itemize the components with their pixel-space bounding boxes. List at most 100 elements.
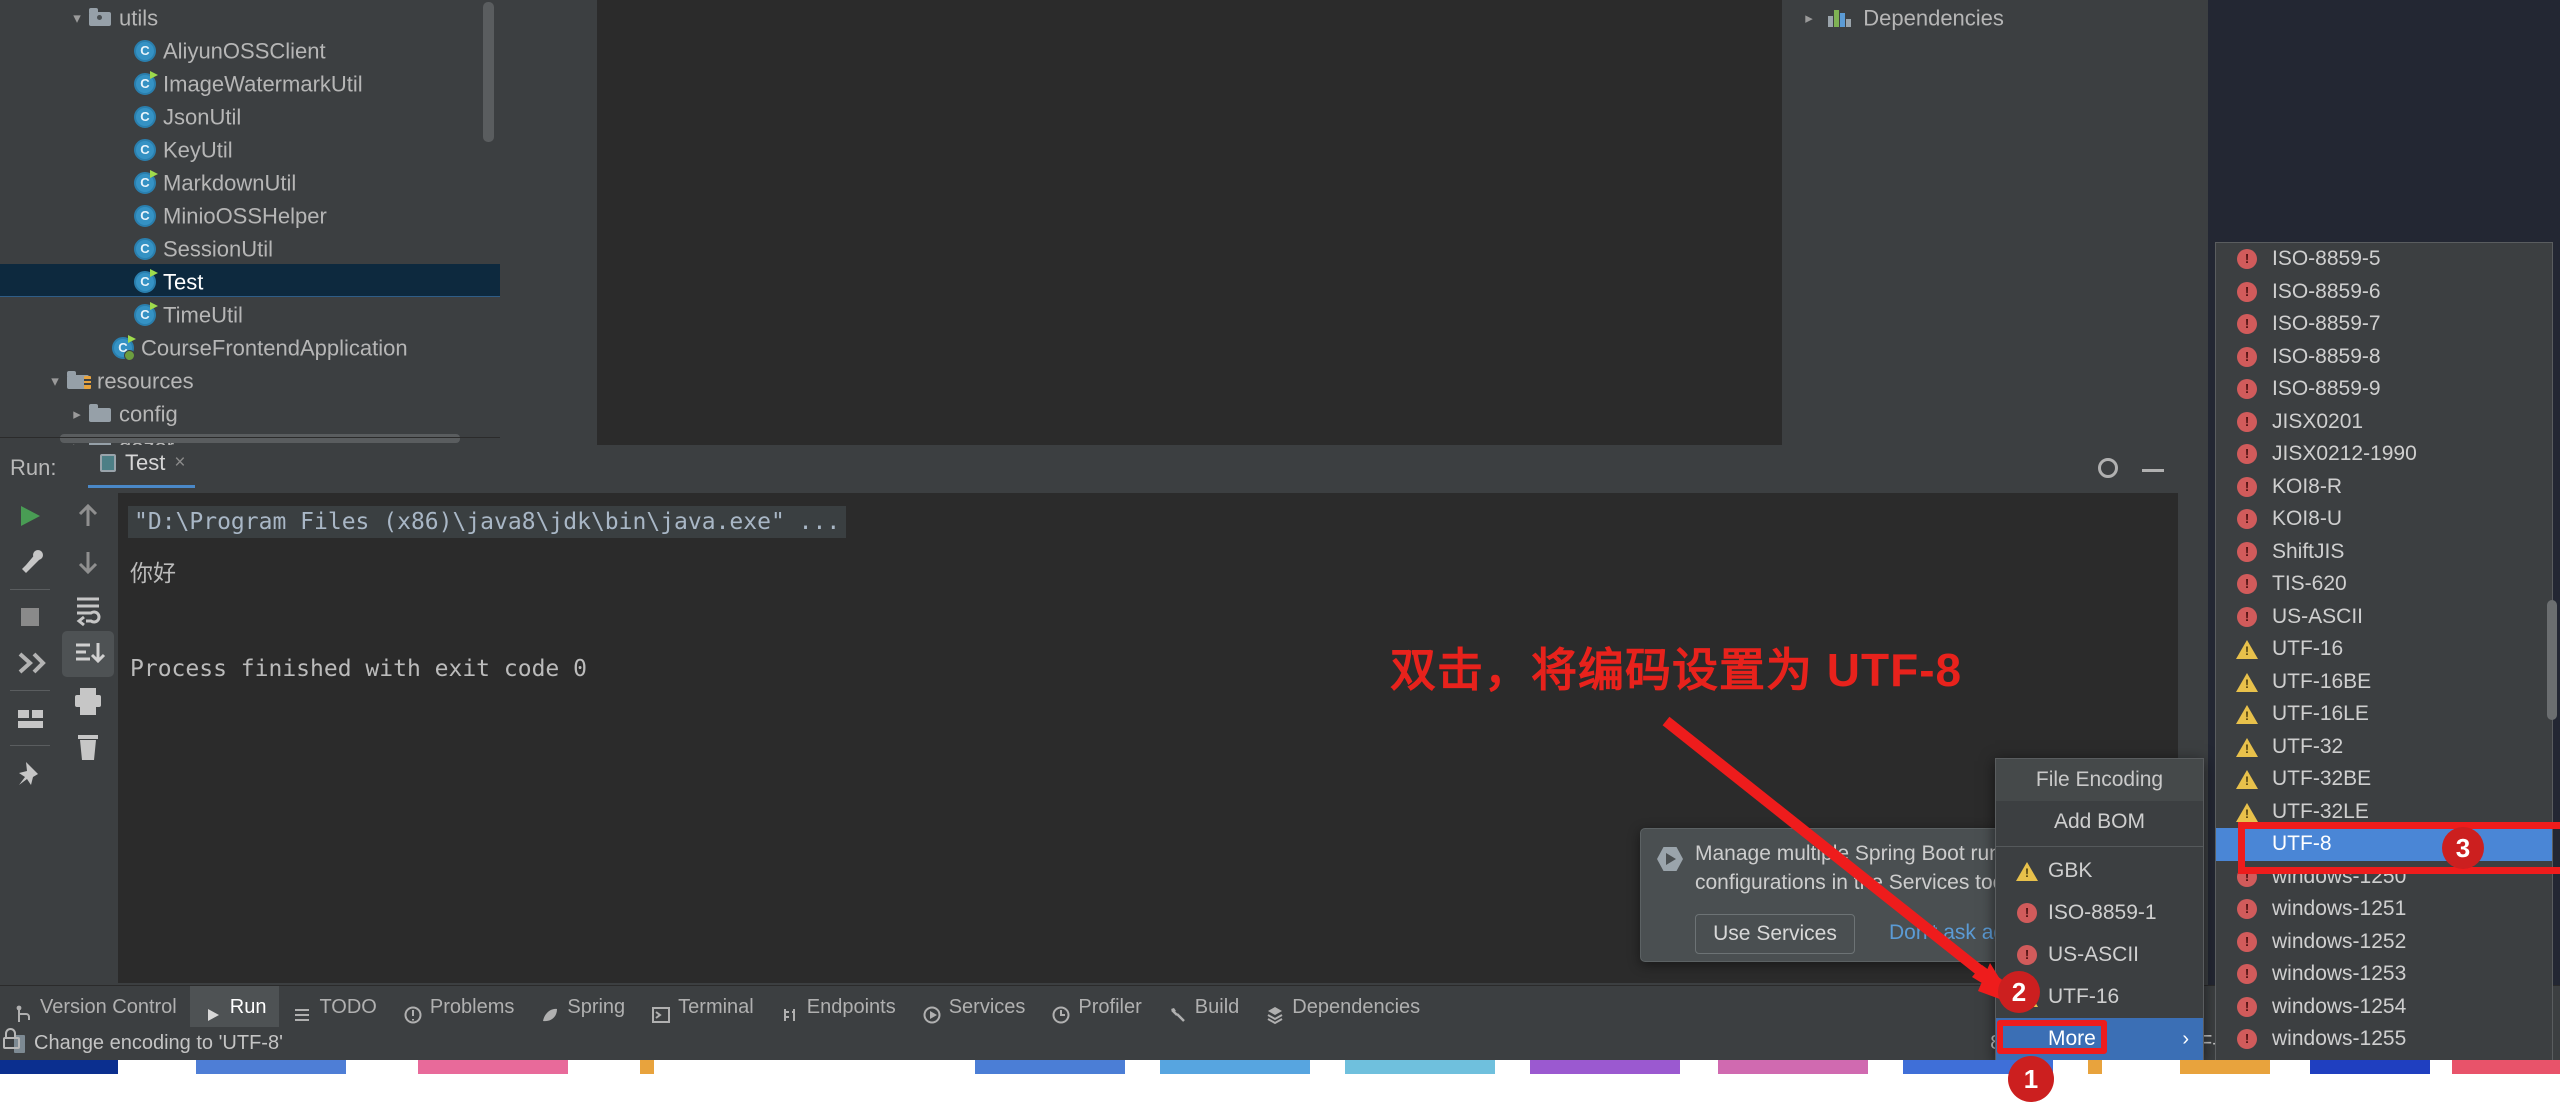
encoding-option-shiftjis[interactable]: ShiftJIS	[2216, 536, 2552, 569]
rerun-icon[interactable]	[4, 493, 56, 539]
encoding-option-utf-32be[interactable]: UTF-32BE	[2216, 763, 2552, 796]
project-tree-panel[interactable]: ▾utils▸CAliyunOSSClient▸CImageWatermarkU…	[0, 0, 500, 445]
scroll-up-icon[interactable]	[62, 493, 114, 539]
encoding-option-windows-1253[interactable]: windows-1253	[2216, 958, 2552, 991]
use-services-button[interactable]: Use Services	[1695, 914, 1855, 954]
encoding-option-utf-16be[interactable]: UTF-16BE	[2216, 666, 2552, 699]
menu-item-iso-8859-1[interactable]: ISO-8859-1	[1996, 892, 2203, 934]
tree-item-sessionutil[interactable]: ▸CSessionUtil	[0, 231, 500, 264]
tool-window-button-dependencies[interactable]: Dependencies	[1252, 986, 1433, 1028]
encoding-list-scrollbar[interactable]	[2547, 600, 2557, 720]
annotation-box-status-encoding	[1997, 1020, 2107, 1054]
encoding-option-label: windows-1251	[2272, 897, 2406, 920]
tool-window-button-run[interactable]: Run	[190, 986, 280, 1028]
encoding-option-iso-8859-5[interactable]: ISO-8859-5	[2216, 243, 2552, 276]
tool-window-button-terminal[interactable]: Terminal	[638, 986, 767, 1028]
scroll-to-end-icon[interactable]	[62, 631, 114, 677]
soft-wrap-icon[interactable]	[62, 585, 114, 631]
encoding-option-label: ISO-8859-7	[2272, 312, 2381, 335]
tool-window-button-services[interactable]: Services	[909, 986, 1039, 1028]
encoding-option-iso-8859-7[interactable]: ISO-8859-7	[2216, 308, 2552, 341]
tool-window-button-problems[interactable]: Problems	[390, 986, 527, 1028]
layout-icon[interactable]	[4, 695, 56, 741]
encoding-option-iso-8859-8[interactable]: ISO-8859-8	[2216, 341, 2552, 374]
ide-window: ▾utils▸CAliyunOSSClient▸CImageWatermarkU…	[0, 0, 2560, 1060]
encoding-option-utf-16[interactable]: UTF-16	[2216, 633, 2552, 666]
close-icon[interactable]: ×	[174, 452, 185, 473]
warning-icon	[2236, 639, 2258, 659]
file-encoding-popup-menu[interactable]: File Encoding Add BOM GBKISO-8859-1US-AS…	[1995, 758, 2204, 1060]
encoding-option-label: UTF-32	[2272, 735, 2343, 758]
print-icon[interactable]	[62, 677, 114, 723]
scroll-down-icon[interactable]	[62, 539, 114, 585]
tree-item-dependencies[interactable]: ▸ Dependencies	[1782, 0, 2208, 33]
encoding-option-label: ISO-8859-6	[2272, 280, 2381, 303]
tree-item-keyutil[interactable]: ▸CKeyUtil	[0, 132, 500, 165]
chevron-down-icon[interactable]: ▾	[44, 365, 66, 398]
services-icon	[922, 998, 942, 1018]
attach-debugger-icon[interactable]	[4, 640, 56, 686]
tree-item-config[interactable]: ▸config	[0, 396, 500, 429]
tool-window-button-build[interactable]: Build	[1155, 986, 1252, 1028]
tree-item-jsonutil[interactable]: ▸CJsonUtil	[0, 99, 500, 132]
tool-window-button-profiler[interactable]: Profiler	[1038, 986, 1154, 1028]
encoding-option-windows-1252[interactable]: windows-1252	[2216, 926, 2552, 959]
build-hammer-icon	[1168, 998, 1188, 1018]
tree-item-timeutil[interactable]: ▸CTimeUtil	[0, 297, 500, 330]
edit-configurations-icon[interactable]	[4, 539, 56, 585]
project-tree-horizontal-scrollbar[interactable]	[60, 434, 460, 443]
stop-icon[interactable]	[4, 594, 56, 640]
pin-tab-icon[interactable]	[4, 750, 56, 796]
encoding-option-jisx0201[interactable]: JISX0201	[2216, 406, 2552, 439]
encoding-option-windows-1255[interactable]: windows-1255	[2216, 1023, 2552, 1056]
chevron-right-icon[interactable]: ▸	[1798, 2, 1820, 35]
menu-item-gbk[interactable]: GBK	[1996, 850, 2203, 892]
project-tree-vertical-scrollbar[interactable]	[483, 2, 494, 142]
chevron-right-icon[interactable]: ▸	[66, 398, 88, 431]
tree-item-imagewatermarkutil[interactable]: ▸CImageWatermarkUtil	[0, 66, 500, 99]
settings-gear-icon[interactable]	[2093, 453, 2123, 483]
tool-window-button-todo[interactable]: TODO	[279, 986, 389, 1028]
tree-item-resources[interactable]: ▾resources	[0, 363, 500, 396]
encoding-option-us-ascii[interactable]: US-ASCII	[2216, 601, 2552, 634]
editor-pane[interactable]	[597, 0, 1782, 445]
tool-window-button-endpoints[interactable]: Endpoints	[767, 986, 909, 1028]
encoding-option-jisx0212-1990[interactable]: JISX0212-1990	[2216, 438, 2552, 471]
run-tab-test[interactable]: Test×	[88, 450, 195, 488]
encoding-option-koi8-u[interactable]: KOI8-U	[2216, 503, 2552, 536]
tool-window-button-spring[interactable]: Spring	[527, 986, 638, 1028]
run-toolbar-secondary[interactable]	[62, 493, 114, 983]
menu-item-us-ascii[interactable]: US-ASCII	[1996, 934, 2203, 976]
encoding-option-label: windows-1255	[2272, 1027, 2406, 1050]
error-icon	[2236, 932, 2258, 952]
run-toolbar-primary[interactable]	[4, 493, 60, 983]
error-icon	[2236, 477, 2258, 497]
encoding-option-iso-8859-6[interactable]: ISO-8859-6	[2216, 276, 2552, 309]
encoding-option-iso-8859-9[interactable]: ISO-8859-9	[2216, 373, 2552, 406]
tool-window-button-version-control[interactable]: Version Control	[0, 986, 190, 1028]
maven-dependencies-panel[interactable]: ▸ Dependencies	[1782, 0, 2208, 445]
tree-item-label: CourseFrontendApplication	[141, 336, 408, 361]
run-config-icon	[98, 452, 118, 474]
profiler-icon	[1051, 998, 1071, 1018]
spring-boot-notification[interactable]: Manage multiple Spring Boot run configur…	[1640, 828, 2050, 962]
encoding-option-utf-16le[interactable]: UTF-16LE	[2216, 698, 2552, 731]
tree-item-test[interactable]: ▸CTest	[0, 264, 500, 297]
tree-item-coursefrontendapplication[interactable]: ▸CCourseFrontendApplication	[0, 330, 500, 363]
encoding-option-koi8-r[interactable]: KOI8-R	[2216, 471, 2552, 504]
tree-item-minioosshelper[interactable]: ▸CMinioOSSHelper	[0, 198, 500, 231]
chevron-down-icon[interactable]: ▾	[66, 2, 88, 35]
tool-window-button-label: Dependencies	[1292, 996, 1420, 1018]
encoding-option-windows-1254[interactable]: windows-1254	[2216, 991, 2552, 1024]
encoding-option-tis-620[interactable]: TIS-620	[2216, 568, 2552, 601]
tree-item-utils[interactable]: ▾utils	[0, 0, 500, 33]
tree-item-markdownutil[interactable]: ▸CMarkdownUtil	[0, 165, 500, 198]
clear-all-icon[interactable]	[62, 723, 114, 769]
tree-item-aliyunossclient[interactable]: ▸CAliyunOSSClient	[0, 33, 500, 66]
encoding-option-utf-32[interactable]: UTF-32	[2216, 731, 2552, 764]
menu-item-add-bom[interactable]: Add BOM	[1996, 801, 2203, 843]
minimize-icon[interactable]	[2138, 453, 2168, 483]
encoding-option-windows-1251[interactable]: windows-1251	[2216, 893, 2552, 926]
console-command-line: "D:\Program Files (x86)\java8\jdk\bin\ja…	[128, 506, 846, 538]
encoding-submenu-list[interactable]: ISO-8859-5 ISO-8859-6 ISO-8859-7 ISO-8859-8…	[2215, 242, 2553, 1060]
